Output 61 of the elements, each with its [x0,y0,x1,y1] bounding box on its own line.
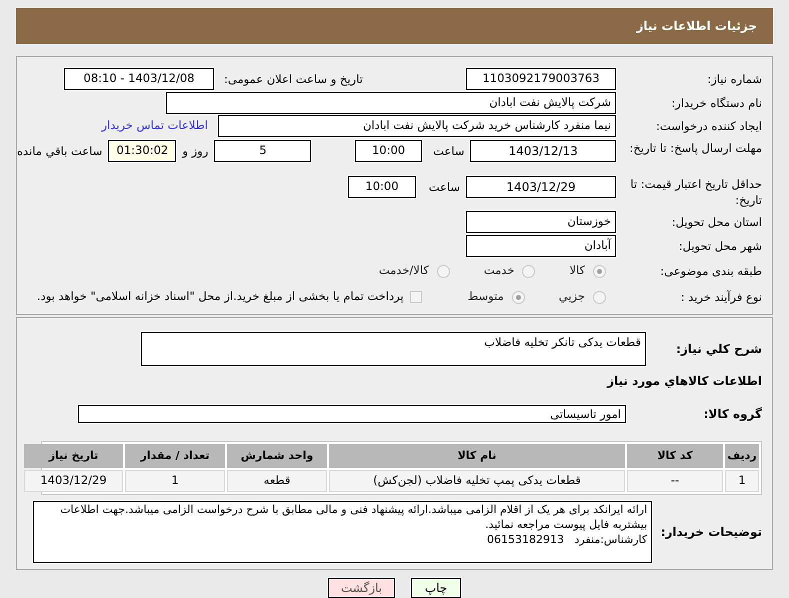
field-label: شماره نیاز: [706,71,762,87]
field-value: 1403/12/13 [470,140,616,162]
field-label: ایجاد کننده درخواست: [655,118,762,134]
radio-button[interactable] [593,264,606,278]
field-label: توضیحات خریدار: [660,524,762,541]
table-cell: 1 [725,470,759,492]
field-label: طبقه بندی موضوعی: [659,263,762,279]
radio-label: جزيي [558,288,585,306]
field-label: مهلت ارسال پاسخ: تا تاریخ: [628,140,762,156]
column-header: نام کالا [329,444,625,468]
field-value: 10:00 [348,176,416,198]
field-value: خوزستان [466,211,616,233]
table-cell: قطعه [227,470,327,492]
field-value: آبادان [466,235,616,257]
field-label: روز و [182,143,208,160]
back-button[interactable]: بازگشت [328,578,395,598]
field-label: نام دستگاه خریدار: [670,95,762,111]
radio-button[interactable] [436,264,450,278]
column-header: واحد شمارش [227,444,327,468]
text-area[interactable]: ارائه ایرانکد برای هر یک از اقلام الزامی میباشد.ارائه پیشنهاد فنی و مالی مطابق با شرح درخواست الزامی میباشد.جهت اطلاعات بیشتربه فایل پیوست مراجعه نمائید. کارشناس:منفرد 06153182913 [33,501,652,563]
radio-label: خدمت [484,262,514,280]
table-cell: قطعات یدکی پمپ تخلیه فاضلاب (لجن‌کش) [329,470,625,492]
field-label: ساعت [428,179,460,196]
table-cell: 1 [125,470,225,492]
column-header: رديف [725,444,759,468]
field-value: 5 [214,140,312,162]
radio-label: کالا/خدمت [378,262,429,280]
field-label: شرح کلي نياز: [675,341,762,358]
radio-label: کالا [569,262,585,280]
table-cell: 1403/12/29 [24,470,123,492]
section-title: اطلاعات کالاهاي مورد نياز [606,373,762,390]
field-label: گروه کالا: [702,406,762,423]
field-value: 1103092179003763 [466,68,616,90]
radio-button[interactable] [512,290,525,304]
field-label: تاریخ و ساعت اعلان عمومی: [223,71,364,87]
field-label: حداقل تاریخ اعتبار قیمت: تا تاریخ: [629,176,762,208]
column-header: کد کالا [627,444,723,468]
field-value: نیما منفرد کارشناس خرید شرکت پالایش نفت ابادان [218,115,616,137]
field-label: نوع فرآیند خرید : [680,289,762,305]
field-value: امور تاسیساتی [78,405,626,423]
field-value: 10:00 [355,140,422,162]
page-title: جزئیات اطلاعات نیاز [636,18,757,35]
column-header: تاریخ نیاز [24,444,123,468]
countdown-value: 01:30:02 [108,140,176,162]
radio-button[interactable] [593,290,606,304]
field-value: 1403/12/08 - 08:10 [64,68,214,90]
checkbox[interactable] [410,291,422,303]
field-label: شهر محل تحویل: [678,238,762,254]
field-value: شرکت پالایش نفت ابادان [166,92,616,114]
radio-label: متوسط [468,288,504,306]
checkbox-label: پرداخت تمام یا بخشی از مبلغ خرید.از محل "اسناد خزانه اسلامی" خواهد بود. [36,288,404,306]
field-label: ساعت [432,143,464,160]
table-cell: -- [627,470,723,492]
field-label: ساعت باقي مانده [16,143,102,160]
radio-button[interactable] [522,264,536,278]
text-area[interactable]: قطعات یدکی تانکر تخلیه فاضلاب [141,332,646,366]
field-label: استان محل تحویل: [670,214,762,230]
print-button[interactable]: چاپ [411,578,461,598]
field-value: 1403/12/29 [466,176,616,198]
buyer-contact-link[interactable]: اطلاعات تماس خریدار [101,117,208,135]
column-header: تعداد / مقدار [125,444,225,468]
